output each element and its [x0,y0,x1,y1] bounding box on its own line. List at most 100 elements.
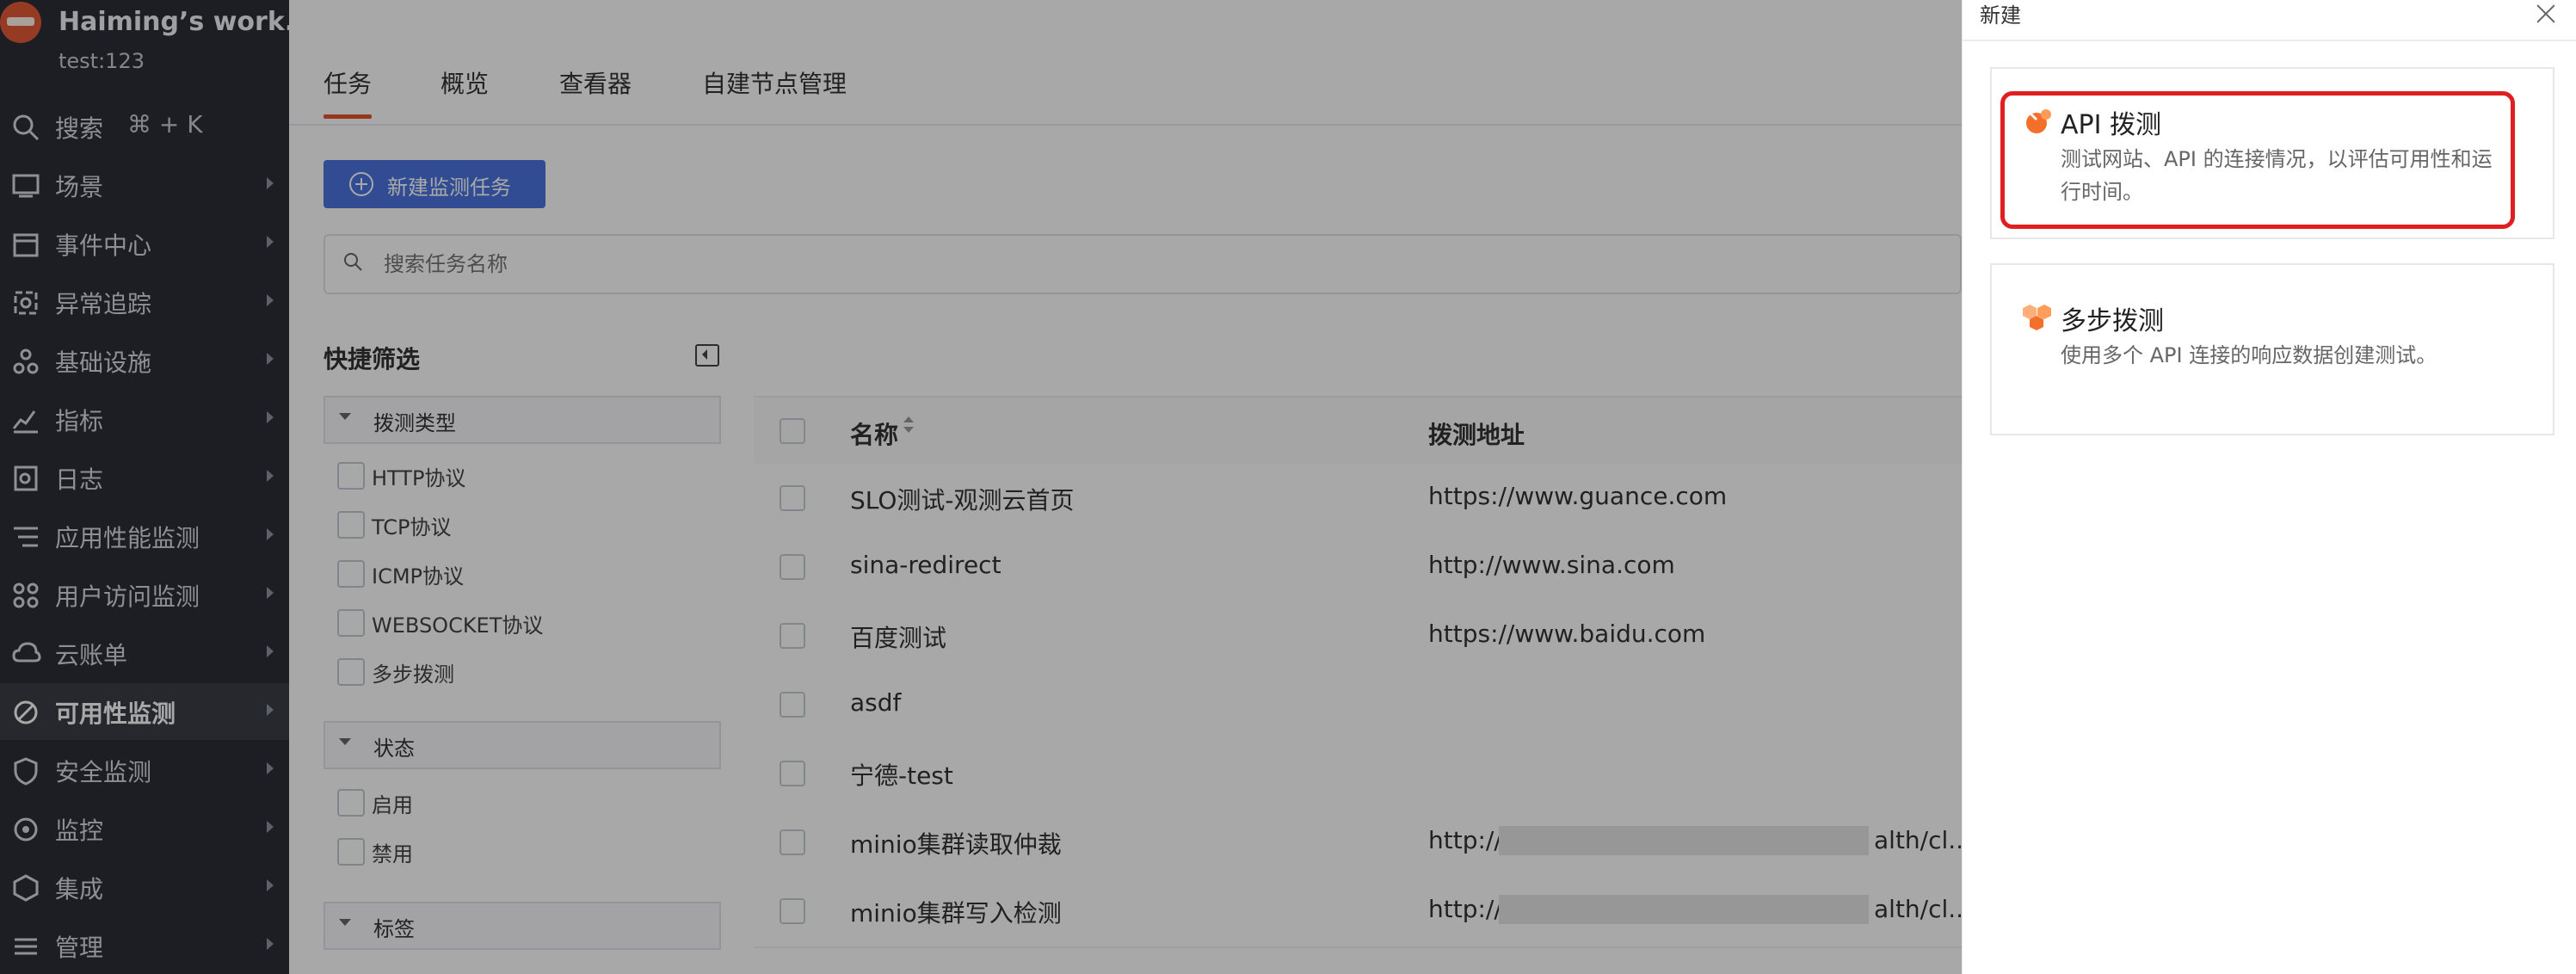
workspace-switcher[interactable]: Haiming’s work... test:123 [0,0,314,77]
sidebar-item-security-monitoring[interactable]: 安全监测 [0,742,289,798]
drawer-title: 新建 [1980,3,2021,28]
sidebar-item-logs[interactable]: 日志 [0,449,289,506]
tab-self-built-node-management[interactable]: 自建节点管理 [702,65,847,100]
chevron-right-icon [267,353,274,365]
sidebar-item-apm[interactable]: 应用性能监测 [0,508,289,564]
column-header-name[interactable]: 名称 [850,416,898,451]
sidebar-item-label: 应用性能监测 [55,524,200,552]
filter-option-label: TCP协议 [372,515,452,539]
tab-overview[interactable]: 概览 [441,65,489,100]
table-row[interactable]: 百度测试 https://www.baidu.com [754,602,1962,673]
quick-filter-panel: 快捷筛选 拨测类型 HTTP协议 TCP协议 ICMP协议 WEBSOCKET协… [289,317,755,974]
workspace-logo-icon [0,2,41,43]
infrastructure-icon [10,346,41,377]
sidebar-item-label: 日志 [55,465,104,494]
filter-group-label: 状态 [373,737,415,761]
workspace-name: Haiming’s work... [59,7,314,37]
checkbox[interactable] [337,789,365,817]
api-dial-test-card[interactable]: API 拨测 测试网站、API 的连接情况，以评估可用性和运行时间。 [1990,67,2554,239]
table-row[interactable]: SLO测试-观测云首页 https://www.guance.com [754,465,1962,535]
checkbox[interactable] [337,609,365,637]
tab-tasks[interactable]: 任务 [324,65,373,119]
table-row[interactable]: minio集群写入检测 http:// alth/cl... [754,878,1971,948]
new-monitoring-task-label: 新建监测任务 [387,176,511,200]
multi-step-dial-test-card[interactable]: 多步拨测 使用多个 API 连接的响应数据创建测试。 [1990,263,2554,435]
task-name[interactable]: minio集群读取仲裁 [850,826,1062,860]
new-task-drawer: 新建 API 拨测 测试网站、API 的连接情况，以评估可用性和运行时间。 多步… [1962,0,2576,974]
task-name[interactable]: 宁德-test [850,757,953,792]
task-address-prefix: http:// [1428,826,1502,854]
row-checkbox[interactable] [780,829,805,855]
main-content: 任务 概览 查看器 自建节点管理 新建监测任务 快捷筛选 拨测类型 HTTP协议… [289,0,1971,974]
sidebar-search[interactable]: 搜索 ⌘ + K [0,98,289,155]
sidebar-item-exception-tracking[interactable]: 异常追踪 [0,274,289,330]
chevron-right-icon [267,821,274,833]
close-icon[interactable] [2536,3,2556,24]
shield-icon [10,755,41,786]
checkbox[interactable] [337,658,365,686]
redacted-address-mask [1499,895,1869,924]
chevron-right-icon [267,177,274,189]
table-row[interactable]: asdf [754,671,1962,742]
column-header-address: 拨测地址 [1428,421,1525,449]
filter-group-dial-test-type[interactable]: 拨测类型 [324,396,721,444]
chevron-right-icon [267,879,274,891]
table-row[interactable]: sina-redirect http://www.sina.com [754,533,1962,604]
checkbox[interactable] [337,511,365,539]
chevron-down-icon [339,738,351,745]
sidebar-item-label: 场景 [55,173,104,201]
cloud-bill-icon [10,638,41,669]
filter-group-tags[interactable]: 标签 [324,902,721,950]
sidebar-item-event-center[interactable]: 事件中心 [0,215,289,272]
sidebar-item-rum[interactable]: 用户访问监测 [0,566,289,623]
row-checkbox[interactable] [780,623,805,649]
task-table: 名称 拨测地址 SLO测试-观测云首页 https://www.guance.co… [754,317,1971,974]
sidebar-item-infrastructure[interactable]: 基础设施 [0,332,289,389]
filter-option-label: 多步拨测 [372,663,454,687]
collapse-panel-icon[interactable] [695,344,719,367]
sidebar-item-cloud-bill[interactable]: 云账单 [0,625,289,681]
task-name[interactable]: asdf [850,688,901,717]
chevron-down-icon [339,919,351,926]
sidebar-item-integration[interactable]: 集成 [0,859,289,915]
sidebar-item-label: 可用性监测 [55,700,176,728]
new-monitoring-task-button[interactable]: 新建监测任务 [324,160,545,208]
scene-icon [10,170,41,201]
task-name[interactable]: minio集群写入检测 [850,895,1062,929]
chevron-right-icon [267,236,274,248]
sidebar-item-monitor[interactable]: 监控 [0,800,289,857]
sidebar-item-label: 云账单 [55,641,128,669]
chevron-right-icon [267,294,274,306]
task-address-suffix: alth/cl... [1874,826,1971,854]
sidebar-item-availability-monitoring[interactable]: 可用性监测 [0,683,289,740]
task-name[interactable]: 百度测试 [850,620,946,654]
table-row[interactable]: minio集群读取仲裁 http:// alth/cl... [754,809,1971,879]
calendar-icon [10,229,41,260]
task-search-box[interactable] [324,234,1962,294]
task-search-input[interactable] [382,246,1848,282]
task-address: http://www.sina.com [1428,551,1675,579]
checkbox[interactable] [337,560,365,588]
sidebar-item-management[interactable]: 管理 [0,917,289,974]
select-all-checkbox[interactable] [780,418,805,444]
tab-viewer[interactable]: 查看器 [559,65,632,100]
table-row[interactable]: 宁德-test [754,740,1962,811]
filter-group-status[interactable]: 状态 [324,721,721,769]
row-checkbox[interactable] [780,898,805,924]
sidebar-item-metrics[interactable]: 指标 [0,391,289,447]
sort-icon[interactable] [900,413,917,439]
task-name[interactable]: SLO测试-观测云首页 [850,482,1075,516]
checkbox[interactable] [337,838,365,866]
task-name[interactable]: sina-redirect [850,551,1001,579]
checkbox[interactable] [337,462,365,490]
chevron-right-icon [267,762,274,774]
sidebar-item-scene[interactable]: 场景 [0,157,289,213]
add-circle-icon [349,172,373,196]
log-icon [10,463,41,494]
chevron-right-icon [267,411,274,423]
row-checkbox[interactable] [780,554,805,580]
row-checkbox[interactable] [780,692,805,718]
filter-group-label: 标签 [373,917,415,941]
row-checkbox[interactable] [780,485,805,511]
row-checkbox[interactable] [780,761,805,786]
